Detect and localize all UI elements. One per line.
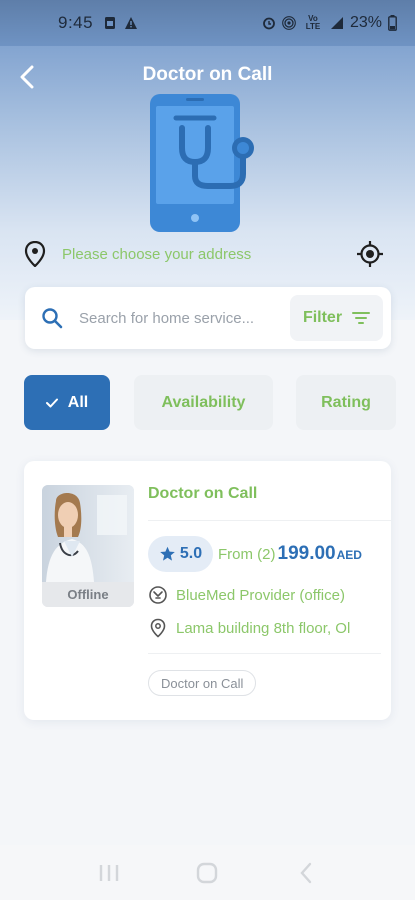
recent-apps-icon (99, 864, 119, 881)
alarm-icon (263, 17, 275, 30)
price-row: From (2) 199.00 AED (218, 543, 362, 565)
status-offline-label: Offline (42, 582, 134, 607)
map-pin-icon (150, 618, 166, 638)
rating-value: 5.0 (179, 545, 203, 562)
crosshair-locate-icon[interactable] (356, 240, 384, 268)
address-row[interactable]: Please choose your address (24, 238, 384, 270)
sim-icon (105, 17, 116, 29)
category-tag: Doctor on Call (148, 670, 257, 696)
chip-all[interactable]: All (24, 375, 110, 430)
recent-apps-button[interactable] (89, 858, 129, 888)
price-value: 199.00 (277, 543, 336, 564)
divider (148, 520, 391, 521)
chip-rating[interactable]: Rating (296, 375, 396, 430)
volte-indicator: Vo LTE (305, 14, 321, 31)
chip-availability[interactable]: Availability (134, 375, 273, 430)
system-nav-bar (0, 845, 415, 900)
chip-rating-label: Rating (321, 393, 371, 411)
warning-icon (125, 17, 138, 29)
service-title: Doctor on Call (148, 485, 258, 502)
divider (148, 653, 381, 654)
battery-percent: 23% (349, 14, 382, 31)
provider-name: BlueMed Provider (office) (176, 586, 345, 604)
status-bar: 9:45 Vo LTE 23% (0, 0, 415, 46)
star-icon (160, 546, 175, 561)
chip-availability-label: Availability (161, 393, 246, 411)
address-label[interactable]: Please choose your address (62, 246, 251, 263)
rating-badge: 5.0 (148, 536, 213, 572)
service-card[interactable]: Offline Doctor on Call 5.0 From (2) 199.… (24, 461, 391, 720)
phone-stethoscope-illustration (150, 94, 254, 232)
search-input[interactable] (79, 309, 290, 327)
provider-icon (149, 586, 167, 604)
provider-row: BlueMed Provider (office) (148, 583, 391, 607)
signal-icon (330, 17, 343, 29)
filter-label: Filter (302, 309, 343, 326)
map-pin-icon (24, 241, 46, 267)
home-button[interactable] (187, 858, 227, 888)
home-icon (197, 862, 218, 883)
page-title: Doctor on Call (142, 64, 273, 85)
filter-icon (352, 312, 371, 324)
back-nav-button[interactable] (286, 858, 326, 888)
location-text: Lama building 8th floor, Ol (176, 619, 351, 637)
status-time: 9:45 (58, 13, 94, 32)
hotspot-icon (282, 16, 296, 30)
price-prefix: From (2) (218, 546, 276, 563)
search-bar: Filter (25, 287, 391, 349)
back-nav-icon (300, 862, 312, 883)
doctor-photo: Offline (42, 485, 134, 607)
filter-chips: All Availability Rating (24, 375, 415, 430)
filter-button[interactable]: Filter (290, 295, 383, 341)
battery-icon (388, 15, 397, 31)
doctor-avatar-image (42, 485, 134, 582)
check-icon (45, 398, 58, 407)
chip-all-label: All (67, 393, 89, 411)
price-currency: AED (336, 548, 362, 562)
search-icon (42, 308, 63, 329)
location-row: Lama building 8th floor, Ol (148, 616, 391, 640)
